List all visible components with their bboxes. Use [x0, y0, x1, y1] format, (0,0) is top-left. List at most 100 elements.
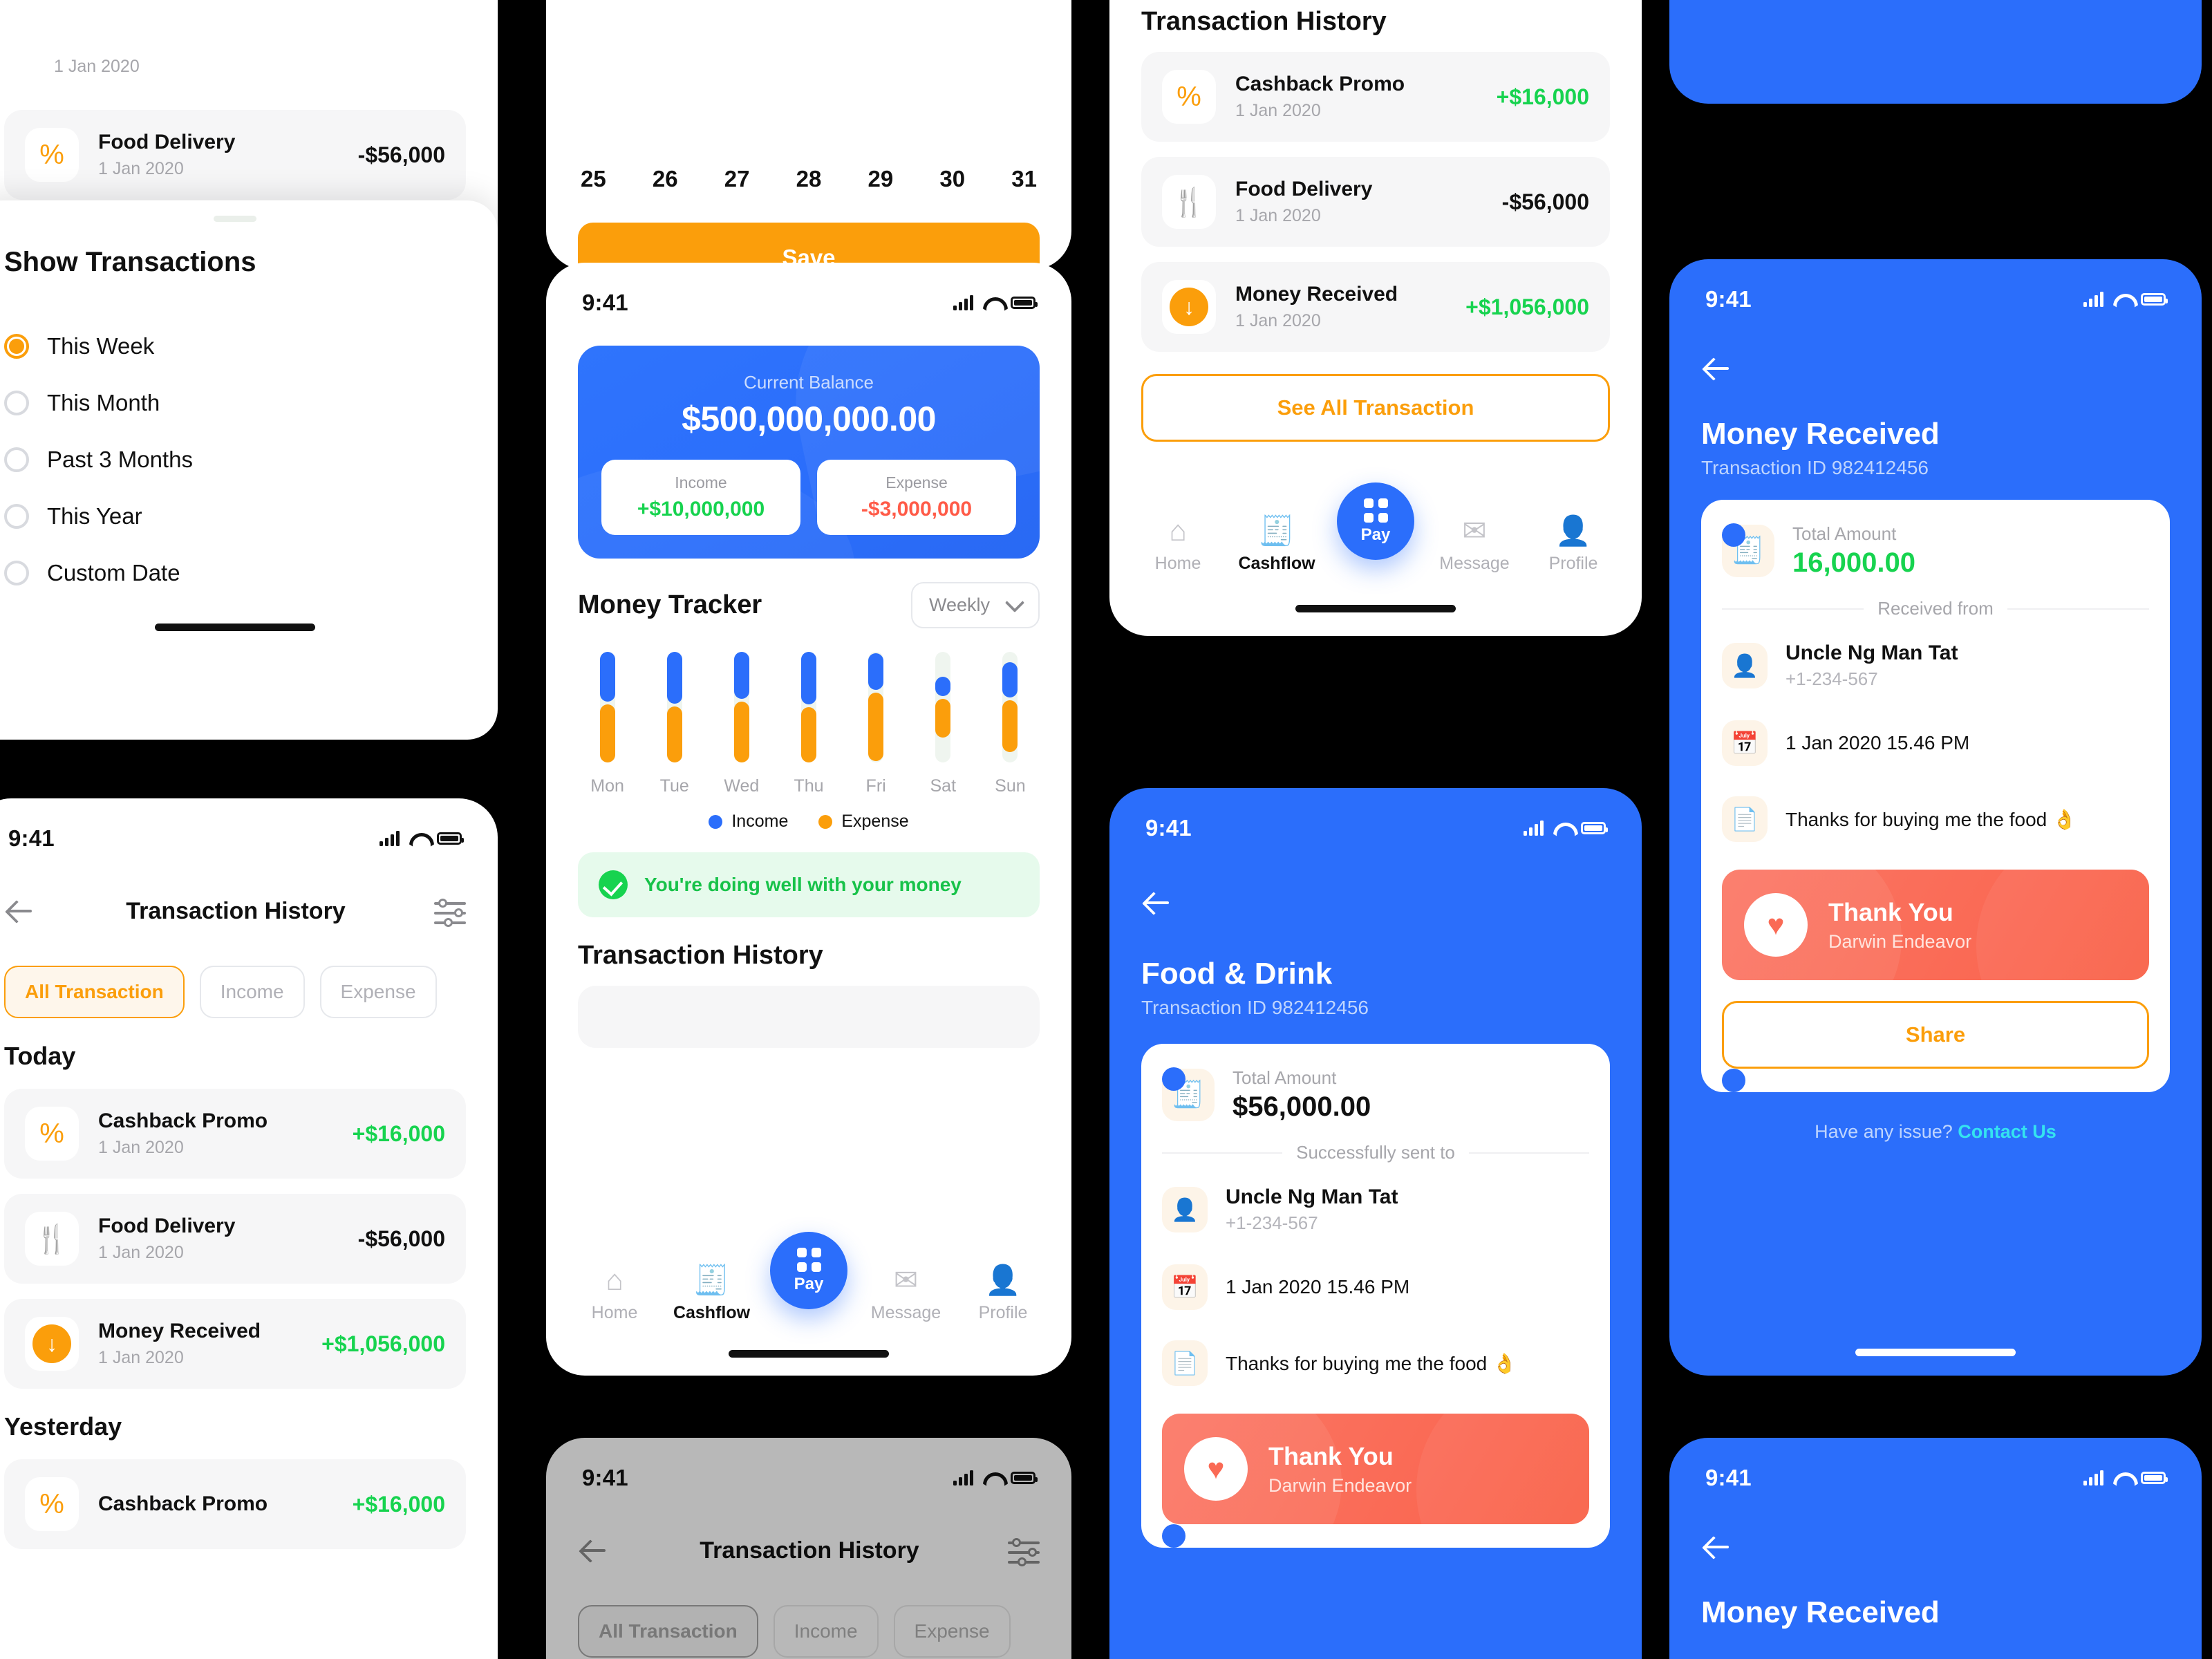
see-all-transaction-button[interactable]: See All Transaction	[1141, 374, 1610, 442]
calendar-day[interactable]: 27	[724, 166, 750, 192]
calendar-day[interactable]: 28	[796, 166, 822, 192]
contact-us-link[interactable]: Contact Us	[1958, 1121, 2056, 1142]
radio-indicator[interactable]	[4, 391, 29, 415]
tx-date: 1 Jan 2020	[1235, 101, 1321, 120]
radio-option-custom-date[interactable]: Custom Date	[0, 545, 498, 601]
tab-cashflow[interactable]: 🧾 Cashflow	[671, 1266, 753, 1323]
screenshot-canvas: ٪ 1 Jan 2020 % Food Delivery 1 Jan 2020 …	[0, 0, 2212, 1659]
wifi-icon	[2113, 1471, 2131, 1485]
tx-date: 1 Jan 2020	[98, 159, 184, 178]
cellular-signal-icon	[379, 831, 400, 846]
radio-indicator[interactable]	[4, 447, 29, 472]
back-icon[interactable]	[1141, 886, 1174, 919]
chart-bar-income	[935, 677, 951, 696]
calendar-day[interactable]: 26	[653, 166, 678, 192]
table-row[interactable]: ٪	[4, 0, 466, 77]
navbar: Transaction History	[0, 885, 498, 937]
radio-option-this-year[interactable]: This Year	[0, 488, 498, 545]
money-tracker-header: Money Tracker Weekly	[546, 559, 1071, 628]
chart-column: Wed	[708, 652, 775, 796]
chart-track	[733, 652, 749, 762]
calendar-icon: 📅	[1722, 720, 1768, 766]
chart-bar-expense	[733, 702, 749, 762]
income-box[interactable]: Income +$10,000,000	[601, 460, 800, 535]
tab-home[interactable]: ⌂ Home	[1137, 516, 1219, 574]
sheet-grabber[interactable]	[214, 216, 256, 222]
table-row[interactable]	[578, 986, 1040, 1048]
tab-income[interactable]: Income	[773, 1605, 879, 1658]
pay-button[interactable]: Pay	[770, 1232, 847, 1309]
phone-transaction-history-dimmed: 9:41 Transaction History All Transaction…	[546, 1438, 1071, 1659]
person-icon: 👤	[984, 1264, 1022, 1296]
calendar-day[interactable]: 29	[868, 166, 894, 192]
table-row[interactable]: 🍴 Food Delivery 1 Jan 2020 -$56,000	[4, 1194, 466, 1284]
back-icon[interactable]	[1701, 352, 1734, 385]
radio-option-this-month[interactable]: This Month	[0, 375, 498, 431]
tab-expense[interactable]: Expense	[893, 1605, 1011, 1658]
expense-box[interactable]: Expense -$3,000,000	[817, 460, 1016, 535]
calendar-day[interactable]: 31	[1011, 166, 1037, 192]
radio-indicator[interactable]	[4, 561, 29, 585]
tx-amount: -$56,000	[357, 142, 445, 167]
calendar-day[interactable]: 30	[939, 166, 965, 192]
table-row[interactable]: ↓ Money Received 1 Jan 2020 +$1,056,000	[4, 1299, 466, 1389]
tab-profile[interactable]: 👤 Profile	[1533, 516, 1614, 574]
table-row[interactable]: ↓ Money Received 1 Jan 2020 +$1,056,000	[1141, 262, 1610, 352]
tab-message[interactable]: ✉ Message	[865, 1266, 947, 1323]
chart-column: Thu	[775, 652, 842, 796]
period-dropdown[interactable]: Weekly	[910, 582, 1040, 628]
tab-cashflow[interactable]: 🧾 Cashflow	[1236, 516, 1318, 574]
tab-expense[interactable]: Expense	[319, 966, 437, 1018]
divider: Received from	[1722, 598, 2149, 619]
radio-indicator[interactable]	[4, 334, 29, 359]
wifi-icon	[1553, 821, 1571, 835]
filter-icon[interactable]	[434, 895, 466, 927]
transaction-id: Transaction ID 982412456	[1141, 997, 1369, 1018]
recipient-name: Uncle Ng Man Tat	[1226, 1185, 1398, 1208]
tab-message[interactable]: ✉ Message	[1434, 516, 1515, 574]
tab-income[interactable]: Income	[199, 966, 305, 1018]
arrow-down-circle-icon: ↓	[1162, 280, 1216, 334]
tab-home[interactable]: ⌂ Home	[574, 1266, 655, 1323]
tab-label: Profile	[978, 1303, 1028, 1322]
chevron-down-icon	[1004, 592, 1025, 612]
tab-profile[interactable]: 👤 Profile	[962, 1266, 1044, 1323]
percent-badge-icon: %	[25, 128, 79, 182]
envelope-icon: ✉	[1462, 514, 1487, 547]
wifi-icon	[2113, 292, 2131, 306]
back-icon[interactable]	[578, 1534, 611, 1567]
table-row[interactable]: % Food Delivery 1 Jan 2020 -$56,000	[4, 110, 466, 200]
filter-icon[interactable]	[1008, 1535, 1040, 1566]
legend-dot-income	[709, 814, 723, 829]
status-icons	[2083, 1470, 2168, 1485]
tab-all-transaction[interactable]: All Transaction	[578, 1605, 758, 1658]
back-icon[interactable]	[1701, 1530, 1734, 1564]
chart-track	[935, 652, 951, 762]
radio-indicator[interactable]	[4, 504, 29, 529]
back-icon[interactable]	[4, 894, 37, 928]
page-title: Transaction History	[700, 1537, 919, 1564]
table-row[interactable]: % Cashback Promo 1 Jan 2020 +$16,000	[4, 1089, 466, 1179]
calendar-day[interactable]: 25	[581, 166, 606, 192]
radio-option-this-week[interactable]: This Week	[0, 318, 498, 375]
pay-button[interactable]: Pay	[1337, 482, 1414, 560]
income-label: Income	[675, 474, 727, 491]
status-time: 9:41	[1145, 815, 1192, 841]
percent-badge-icon: ٪	[25, 6, 79, 59]
share-button[interactable]: Share	[1722, 1001, 2149, 1069]
tx-name: Money Received	[1235, 283, 1398, 306]
tab-all-transaction[interactable]: All Transaction	[4, 966, 185, 1018]
filter-chips: All Transaction Income Expense	[0, 937, 498, 1018]
table-row[interactable]: % Cashback Promo 1 Jan 2020 +$16,000	[1141, 52, 1610, 142]
radio-label: This Week	[47, 333, 155, 359]
chart-column: Sat	[910, 652, 977, 796]
status-icons	[953, 1470, 1038, 1485]
status-bar: 9:41	[1669, 277, 2202, 321]
document-icon: 📄	[1722, 796, 1768, 842]
table-row[interactable]: 🍴 Food Delivery 1 Jan 2020 -$56,000	[1141, 157, 1610, 247]
table-row[interactable]: % Cashback Promo +$16,000	[4, 1459, 466, 1549]
status-time: 9:41	[582, 290, 628, 315]
datetime-row: 📅 1 Jan 2020 15.46 PM	[1162, 1249, 1589, 1325]
status-bar: 9:41	[1669, 1456, 2202, 1500]
radio-option-past-3-months[interactable]: Past 3 Months	[0, 431, 498, 488]
